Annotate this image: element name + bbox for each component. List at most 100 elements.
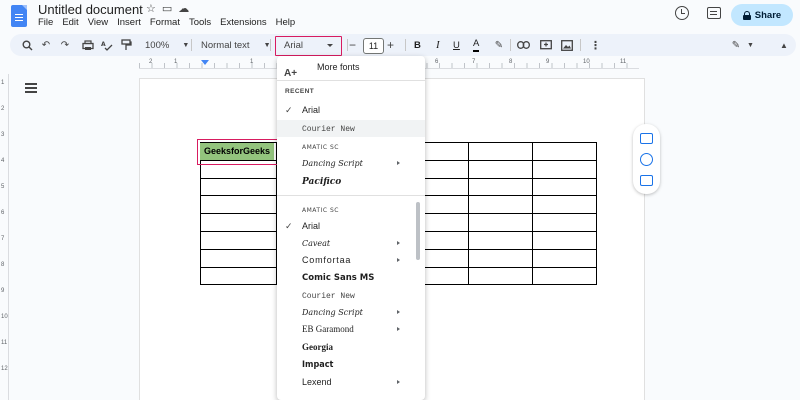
ruler-number: 6 (435, 59, 439, 65)
add-comment-icon[interactable] (640, 133, 653, 144)
table-cell[interactable] (200, 266, 277, 286)
font-dropdown-menu: A+ More fonts RECENT ✓ Arial Courier New… (277, 56, 425, 400)
menu-view[interactable]: View (88, 17, 108, 28)
caret-up-icon (327, 44, 333, 47)
table-cell[interactable] (200, 195, 277, 215)
zoom-select[interactable]: 100% ▼ (145, 34, 189, 56)
text-color-button[interactable]: A (473, 36, 480, 52)
cloud-status-icon[interactable]: ☁ (178, 2, 189, 15)
increase-font-size-button[interactable]: + (387, 34, 394, 56)
table-cell[interactable] (200, 230, 277, 250)
header: Untitled document ☆ ▭ ☁ File Edit View I… (0, 0, 800, 32)
suggest-edits-icon[interactable] (640, 175, 653, 186)
decrease-font-size-button[interactable]: − (349, 34, 356, 56)
undo-icon[interactable]: ↶ (39, 38, 53, 52)
font-item-dancing[interactable]: Dancing Script (277, 304, 425, 321)
table-cell[interactable] (468, 142, 533, 161)
menu-format[interactable]: Format (150, 17, 180, 28)
font-item-caveat[interactable]: Caveat (277, 235, 425, 252)
version-history-icon[interactable] (675, 6, 689, 20)
move-folder-icon[interactable]: ▭ (162, 2, 172, 15)
toolbar-divider (191, 39, 192, 51)
font-item-arial-recent[interactable]: ✓ Arial (277, 102, 425, 119)
italic-button[interactable]: I (436, 34, 440, 56)
vruler-number: 6 (1, 210, 5, 216)
highlight-pen-icon[interactable]: ✎ (492, 38, 506, 52)
font-label: Lexend (302, 377, 332, 387)
table-cell[interactable] (532, 159, 597, 179)
menu-edit[interactable]: Edit (62, 17, 78, 28)
emoji-reaction-icon[interactable] (640, 153, 653, 166)
print-icon[interactable] (81, 38, 95, 52)
menu-file[interactable]: File (38, 17, 53, 28)
share-button[interactable]: Share (731, 4, 793, 26)
bold-button[interactable]: B (414, 34, 421, 56)
document-title[interactable]: Untitled document (38, 2, 143, 17)
menu-help[interactable]: Help (276, 17, 296, 28)
font-item-courier-recent[interactable]: Courier New (277, 120, 425, 137)
font-item-impact[interactable]: Impact (277, 356, 425, 373)
table-cell[interactable] (468, 248, 533, 268)
chevron-up-icon[interactable]: ▲ (780, 34, 788, 56)
font-item-georgia[interactable]: Georgia (277, 339, 425, 356)
table-cell[interactable] (468, 230, 533, 250)
font-item-amatic[interactable]: AMATIC SC (277, 201, 425, 218)
table-cell[interactable] (468, 177, 533, 197)
underline-button[interactable]: U (453, 34, 460, 56)
editing-mode-icon[interactable]: ✎ (729, 38, 743, 52)
menu-insert[interactable]: Insert (117, 17, 141, 28)
table-cell[interactable] (468, 213, 533, 232)
vertical-ruler[interactable]: 1 2 3 4 5 6 7 8 9 10 11 12 (0, 74, 9, 400)
add-comment-icon[interactable] (539, 38, 553, 52)
font-size-input[interactable]: 11 (363, 38, 384, 54)
table-cell[interactable] (532, 230, 597, 250)
font-item-comfortaa[interactable]: Comfortaa (277, 252, 425, 269)
font-item-dancing-recent[interactable]: Dancing Script (277, 155, 425, 172)
table-cell[interactable] (200, 248, 277, 268)
comments-icon[interactable] (707, 7, 721, 19)
menu-tools[interactable]: Tools (189, 17, 211, 28)
vruler-number: 9 (1, 288, 5, 294)
font-item-eb-garamond[interactable]: EB Garamond (277, 321, 425, 338)
dropdown-scrollbar[interactable] (416, 202, 420, 260)
font-label: Courier New (302, 125, 355, 134)
star-icon[interactable]: ☆ (146, 2, 156, 15)
table-cell[interactable] (468, 159, 533, 179)
insert-image-icon[interactable] (560, 38, 574, 52)
table-cell[interactable] (532, 195, 597, 215)
font-item-courier[interactable]: Courier New (277, 287, 425, 304)
menu-extensions[interactable]: Extensions (220, 17, 266, 28)
font-item-comic-sans[interactable]: Comic Sans MS (277, 269, 425, 286)
redo-icon[interactable]: ↷ (58, 38, 72, 52)
docs-logo-icon[interactable] (11, 5, 27, 27)
table-cell[interactable] (200, 177, 277, 197)
font-item-lexend[interactable]: Lexend (277, 374, 425, 391)
font-select[interactable]: Arial (275, 36, 342, 56)
table-cell[interactable] (468, 195, 533, 215)
bold-icon: B (414, 39, 421, 51)
table-cell[interactable] (532, 142, 597, 161)
font-value: Arial (284, 40, 304, 51)
search-icon[interactable] (20, 38, 34, 52)
more-options-icon[interactable]: ⋮ (590, 34, 601, 56)
document-outline-icon[interactable] (25, 83, 37, 93)
chevron-down-icon[interactable]: ▼ (747, 34, 754, 56)
more-fonts-item[interactable]: A+ More fonts (277, 58, 425, 79)
table-cell[interactable] (468, 266, 533, 286)
font-item-arial[interactable]: ✓ Arial (277, 218, 425, 235)
paint-format-icon[interactable] (119, 38, 133, 52)
font-item-amatic-recent[interactable]: AMATIC SC (277, 138, 425, 155)
insert-link-icon[interactable] (516, 38, 530, 52)
table-cell[interactable] (532, 266, 597, 286)
table-cell[interactable] (532, 177, 597, 197)
style-select[interactable]: Normal text ▼ (201, 34, 271, 56)
table-cell[interactable] (200, 213, 277, 232)
table-cell[interactable] (532, 248, 597, 268)
font-item-pacifico-recent[interactable]: Pacifico (277, 173, 425, 190)
vruler-number: 2 (1, 106, 5, 112)
font-label: Dancing Script (302, 308, 363, 317)
spellcheck-icon[interactable]: A (100, 38, 114, 52)
font-label: Arial (302, 221, 321, 231)
table-cell[interactable] (532, 213, 597, 232)
submenu-arrow-icon (397, 241, 400, 245)
